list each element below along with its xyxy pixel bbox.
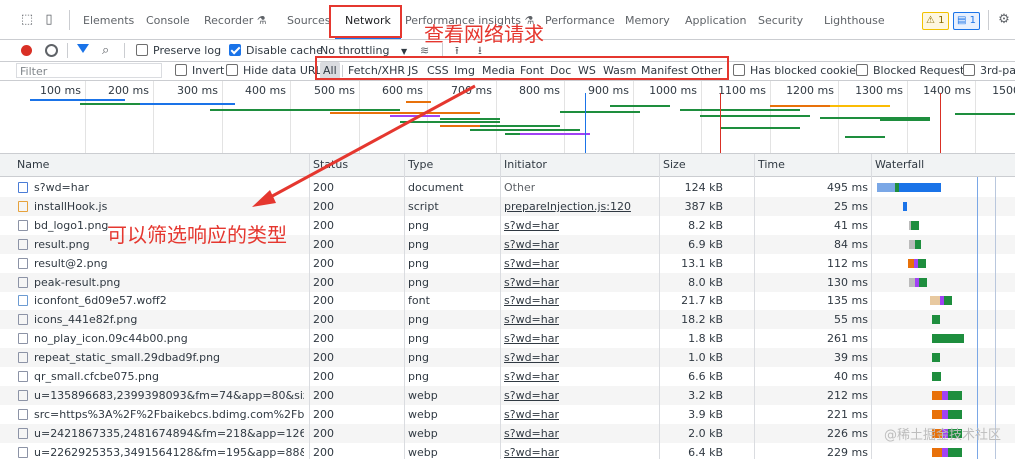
annotation-arrow bbox=[252, 84, 476, 207]
watermark: @稀土掘金技术社区 bbox=[883, 428, 1001, 443]
